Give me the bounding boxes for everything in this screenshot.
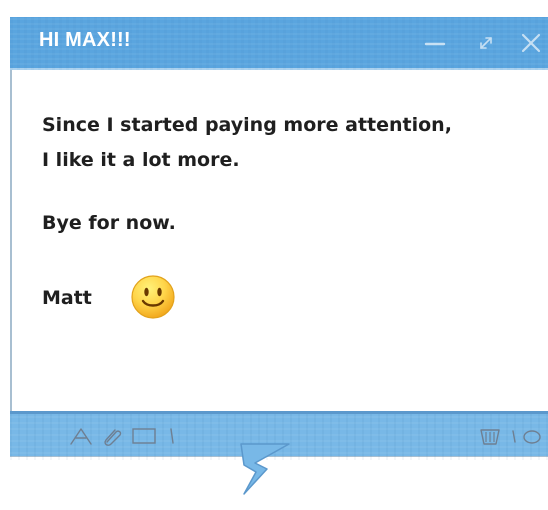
message-window: HI MAX!!! Since I started paying more at… [10, 17, 548, 460]
divider-icon[interactable] [168, 426, 176, 446]
window-controls [423, 31, 548, 59]
message-window-screenshot: HI MAX!!! Since I started paying more at… [0, 0, 548, 510]
delete-icon[interactable] [478, 426, 502, 446]
smiley-icon [130, 274, 176, 320]
more-icon[interactable] [510, 426, 548, 446]
attachment-icon[interactable] [100, 426, 125, 446]
close-icon[interactable] [519, 31, 543, 55]
window-titlebar: HI MAX!!! [10, 17, 548, 70]
message-line-1: Since I started paying more attention, [42, 114, 452, 136]
message-line-3: Bye for now. [42, 212, 176, 234]
window-title: HI MAX!!! [39, 29, 131, 51]
message-line-2: I like it a lot more. [42, 149, 240, 171]
minimize-icon[interactable] [423, 31, 447, 55]
expand-icon[interactable] [474, 31, 498, 55]
message-content: Since I started paying more attention, I… [10, 70, 548, 411]
image-icon[interactable] [131, 426, 158, 446]
speech-bubble-tail [237, 443, 297, 496]
signature: Matt [42, 287, 92, 309]
text-format-icon[interactable] [69, 426, 94, 446]
